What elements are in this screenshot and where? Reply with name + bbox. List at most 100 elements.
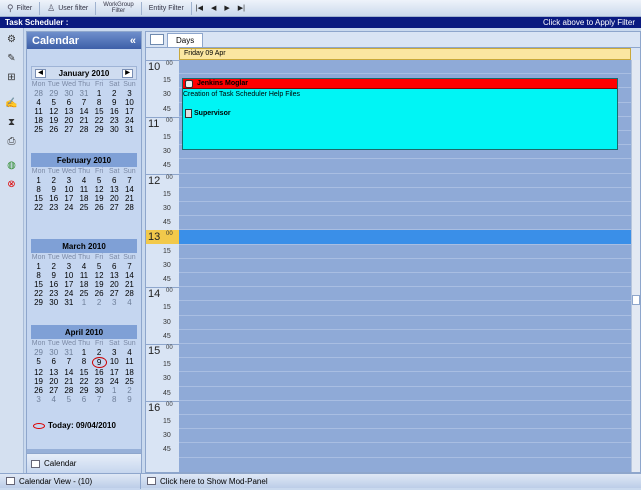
nav-first-button[interactable]: |◀ [192,4,207,12]
calendar-day[interactable]: 22 [92,116,107,125]
calendar-day[interactable]: 8 [92,98,107,107]
calendar-day[interactable]: 30 [46,298,61,307]
time-slot[interactable] [179,330,631,344]
calendar-day[interactable]: 2 [46,262,61,271]
calendar-day[interactable]: 4 [46,395,61,404]
workgroup-filter-button[interactable]: WorkGroup Filter [96,0,141,16]
calendar-day[interactable]: 5 [92,176,107,185]
calendar-day[interactable]: 10 [61,185,76,194]
calendar-day[interactable]: 26 [46,125,61,134]
calendar-day[interactable]: 4 [122,348,137,357]
calendar-day[interactable]: 5 [46,98,61,107]
calendar-day[interactable]: 9 [91,357,107,368]
scrollbar-thumb[interactable] [632,295,640,305]
vertical-scrollbar[interactable] [631,60,640,472]
print-icon[interactable]: ⎙ [4,135,20,149]
calendar-day[interactable]: 18 [76,280,91,289]
calendar-day[interactable]: 11 [31,107,46,116]
time-slot[interactable] [179,188,631,202]
calendar-day[interactable]: 20 [61,116,76,125]
calendar-day[interactable]: 18 [122,368,137,377]
time-slot[interactable] [179,443,631,458]
calendar-day[interactable]: 27 [107,289,122,298]
show-mod-panel-button[interactable]: Click here to Show Mod-Panel [141,477,268,486]
calendar-day[interactable]: 29 [31,348,46,357]
calendar-day[interactable]: 23 [46,203,61,212]
calendar-day[interactable]: 27 [107,203,122,212]
calendar-day[interactable]: 3 [61,176,76,185]
calendar-day[interactable]: 9 [46,185,61,194]
calendar-day[interactable]: 12 [46,107,61,116]
calendar-nav-button[interactable]: Calendar [27,453,141,473]
time-slot[interactable] [179,245,631,259]
calendar-day[interactable]: 24 [107,377,122,386]
calendar-day[interactable]: 18 [31,116,46,125]
calendar-day[interactable]: 2 [46,176,61,185]
time-slot[interactable] [179,287,631,302]
calendar-day[interactable]: 20 [107,194,122,203]
calendar-day[interactable]: 6 [107,176,122,185]
calendar-day[interactable]: 30 [61,89,76,98]
calendar-day[interactable]: 2 [122,386,137,395]
calendar-day[interactable]: 25 [122,377,137,386]
user-edit-icon[interactable]: ✍ [4,97,20,111]
calendar-day[interactable]: 22 [76,377,91,386]
calendar-day[interactable]: 7 [122,176,137,185]
time-slot[interactable] [179,401,631,415]
calendar-day[interactable]: 7 [92,395,107,404]
calendar-day[interactable]: 14 [122,271,137,280]
calendar-day[interactable]: 14 [76,107,91,116]
calendar-day[interactable]: 28 [122,203,137,212]
calendar-day[interactable]: 4 [76,176,91,185]
calendar-day[interactable]: 3 [107,298,122,307]
hourglass-icon[interactable]: ⧗ [4,116,20,130]
calendar-day[interactable]: 26 [92,203,107,212]
calendar-day[interactable]: 9 [122,395,137,404]
calendar-day[interactable]: 17 [122,107,137,116]
calendar-day[interactable]: 29 [92,125,107,134]
calendar-day[interactable]: 24 [122,116,137,125]
calendar-day[interactable]: 19 [92,194,107,203]
time-slot[interactable] [179,230,631,245]
calendar-day[interactable]: 1 [76,298,91,307]
calendar-day[interactable]: 1 [31,262,46,271]
calendar-day[interactable]: 15 [31,194,46,203]
delete-icon[interactable]: ⊗ [4,178,20,192]
time-slot[interactable] [179,216,631,231]
calendar-day[interactable]: 8 [76,357,91,368]
calendar-day[interactable]: 3 [122,89,137,98]
nav-prev-button[interactable]: ◀ [207,4,220,12]
title-bar[interactable]: Task Scheduler : Click above to Apply Fi… [0,17,641,28]
collapse-icon[interactable]: « [130,35,136,47]
calendar-day[interactable]: 13 [107,185,122,194]
time-slot[interactable] [179,344,631,359]
calendar-day[interactable]: 23 [92,377,107,386]
calendar-day[interactable]: 17 [61,280,76,289]
time-slot[interactable] [179,60,631,75]
calendar-day[interactable]: 23 [46,289,61,298]
time-slot[interactable] [179,316,631,330]
calendar-day[interactable]: 27 [46,386,61,395]
calendar-day[interactable]: 28 [76,125,91,134]
calendar-view-icon[interactable] [150,34,164,45]
time-slot[interactable] [179,202,631,217]
calendar-day[interactable]: 30 [46,348,61,357]
appointment[interactable]: Jenkins Moglar Creation of Task Schedule… [182,78,618,150]
calendar-day[interactable]: 25 [31,125,46,134]
calendar-day[interactable]: 10 [61,271,76,280]
calendar-day[interactable]: 4 [31,98,46,107]
calendar-day[interactable]: 4 [122,298,137,307]
calendar-day[interactable]: 18 [76,194,91,203]
calendar-day[interactable]: 1 [31,176,46,185]
calendar-day[interactable]: 9 [46,271,61,280]
calendar-day[interactable]: 7 [61,357,76,368]
calendar-day[interactable]: 31 [61,298,76,307]
time-slot[interactable] [179,273,631,288]
calendar-day[interactable]: 24 [61,203,76,212]
calendar-day[interactable]: 1 [92,89,107,98]
calendar-day[interactable]: 25 [76,203,91,212]
calendar-day[interactable]: 19 [92,280,107,289]
calendar-day[interactable]: 15 [92,107,107,116]
calendar-day[interactable]: 16 [46,280,61,289]
calendar-day[interactable]: 30 [107,125,122,134]
